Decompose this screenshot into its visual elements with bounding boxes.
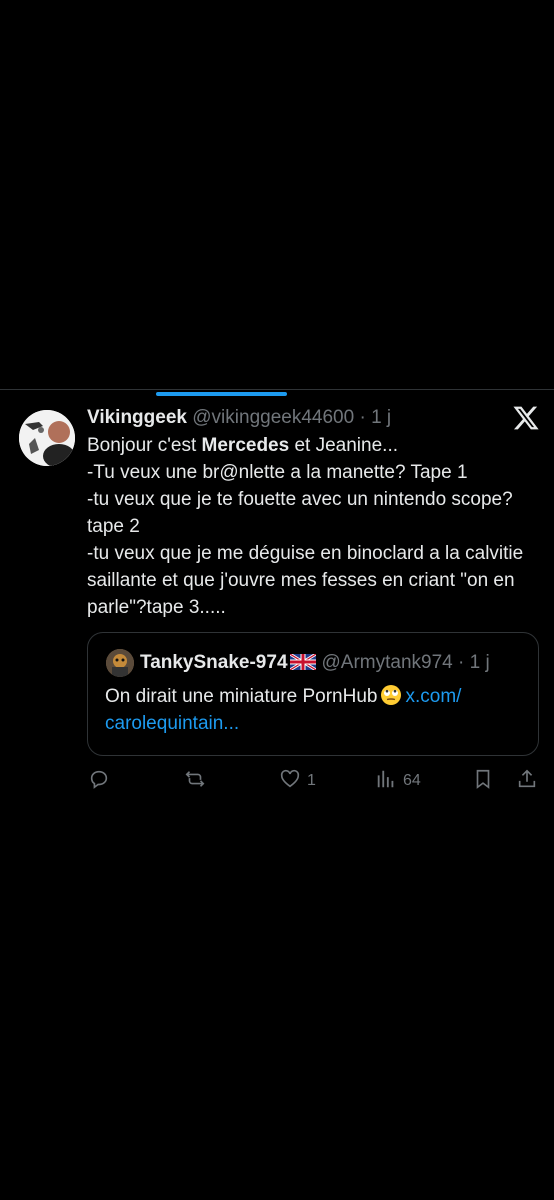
views-count: 64 <box>403 772 421 789</box>
tweet-text: Bonjour c'est Mercedes et Jeanine... -Tu… <box>87 432 527 621</box>
tweet-header: Vikinggeek @vikinggeek44600 · 1 j <box>87 406 484 430</box>
tweet-text-rest: et Jeanine... -Tu veux une br@nlette a l… <box>87 435 524 618</box>
like-button[interactable]: 1 <box>279 766 316 796</box>
divider <box>0 389 554 390</box>
screen: Vikinggeek @vikinggeek44600 · 1 j Bonjou… <box>0 0 554 1200</box>
quote-handle[interactable]: @Armytank974 <box>322 652 453 673</box>
bookmark-button[interactable] <box>472 766 494 796</box>
tweet-text-bold: Mercedes <box>201 435 290 456</box>
reply-icon <box>88 768 110 795</box>
quote-display-name[interactable]: TankySnake-974 <box>140 652 288 673</box>
tweet[interactable]: Vikinggeek @vikinggeek44600 · 1 j Bonjou… <box>0 396 554 806</box>
share-button[interactable] <box>516 766 538 796</box>
avatar[interactable] <box>19 410 75 466</box>
quoted-tweet[interactable]: TankySnake-974 @Armytank974 · 1 j On dira… <box>87 632 539 756</box>
separator: · <box>359 407 366 428</box>
retweet-icon <box>184 768 206 795</box>
quote-avatar[interactable] <box>106 649 134 677</box>
quote-timestamp[interactable]: 1 j <box>470 652 490 673</box>
views-icon <box>375 768 397 795</box>
bookmark-icon <box>472 768 494 795</box>
quote-separator: · <box>458 652 465 673</box>
timestamp[interactable]: 1 j <box>371 407 391 428</box>
handle[interactable]: @vikinggeek44600 <box>192 407 354 428</box>
retweet-button[interactable] <box>184 766 206 796</box>
reply-button[interactable] <box>88 766 110 796</box>
eye-roll-emoji-icon <box>380 684 402 706</box>
display-name[interactable]: Vikinggeek <box>87 407 187 428</box>
share-icon <box>516 768 538 795</box>
quote-text-body: On dirait une miniature PornHub <box>105 686 378 707</box>
x-logo-icon[interactable] <box>512 404 540 432</box>
action-bar: 1 64 <box>0 766 554 796</box>
uk-flag-icon <box>288 652 317 677</box>
quote-text: On dirait une miniature PornHub x.com/ ca… <box>105 683 525 737</box>
heart-icon <box>279 768 301 795</box>
tweet-text-intro: Bonjour c'est <box>87 435 202 456</box>
like-count: 1 <box>307 772 316 789</box>
views-button[interactable]: 64 <box>375 766 421 796</box>
quote-header: TankySnake-974 @Armytank974 · 1 j <box>140 651 490 677</box>
